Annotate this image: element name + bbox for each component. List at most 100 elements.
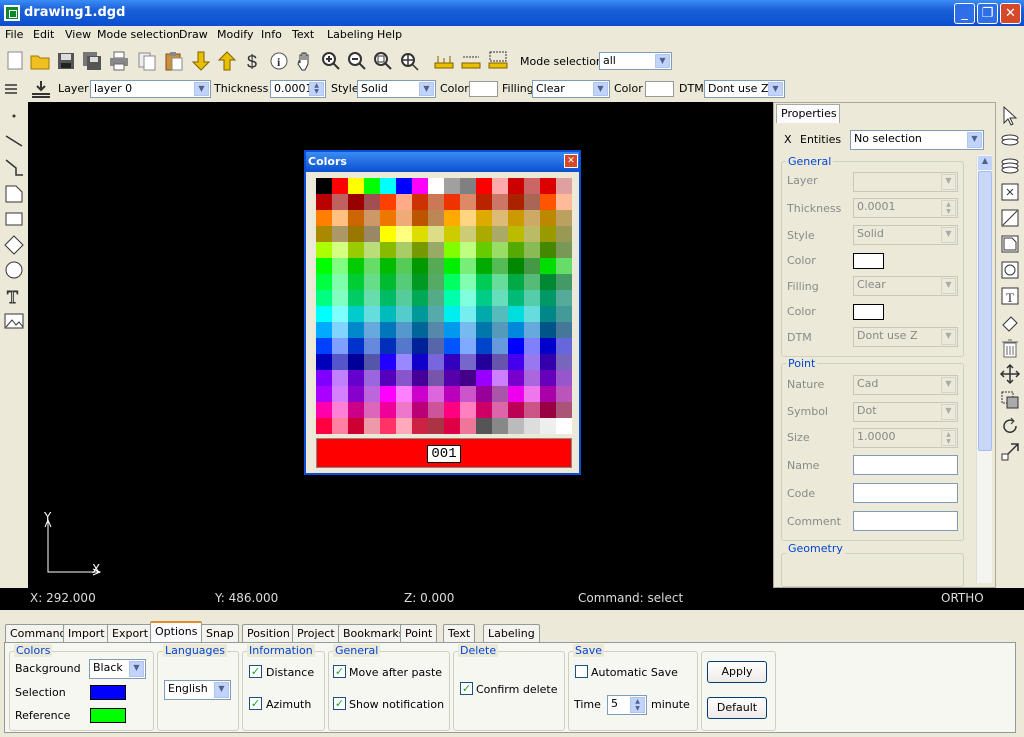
color-swatch-cell[interactable] xyxy=(476,290,492,306)
color-swatch-cell[interactable] xyxy=(316,306,332,322)
color-swatch-cell[interactable] xyxy=(396,306,412,322)
filling-select[interactable]: Clear ▼ xyxy=(532,80,610,98)
color-swatch-cell[interactable] xyxy=(444,242,460,258)
color-swatch-cell[interactable] xyxy=(412,322,428,338)
color-swatch-cell[interactable] xyxy=(444,226,460,242)
circle-tool-icon[interactable] xyxy=(3,259,25,281)
color-swatch-cell[interactable] xyxy=(540,322,556,338)
new-icon[interactable] xyxy=(4,50,26,72)
color-swatch-cell[interactable] xyxy=(444,386,460,402)
ruler-icon[interactable] xyxy=(433,50,455,72)
scroll-up-icon[interactable]: ▲ xyxy=(978,156,992,170)
text-tool-icon[interactable]: T xyxy=(3,285,25,308)
spin-arrows-icon[interactable]: ▲ ▼ xyxy=(941,430,956,446)
color-swatch-cell[interactable] xyxy=(476,402,492,418)
color-swatch-cell[interactable] xyxy=(524,370,540,386)
color-swatch-cell[interactable] xyxy=(428,194,444,210)
scroll-thumb[interactable] xyxy=(978,171,992,451)
color-swatch-cell[interactable] xyxy=(460,354,476,370)
rhombus-tool-icon[interactable] xyxy=(3,234,25,256)
color-swatch-cell[interactable] xyxy=(348,418,364,434)
color-swatch-cell[interactable] xyxy=(412,178,428,194)
color-swatch-cell[interactable] xyxy=(428,386,444,402)
color-swatch-cell[interactable] xyxy=(460,178,476,194)
color-swatch-cell[interactable] xyxy=(556,306,572,322)
color-swatch-cell[interactable] xyxy=(444,338,460,354)
color-swatch-cell[interactable] xyxy=(444,418,460,434)
color-swatch-cell[interactable] xyxy=(396,370,412,386)
color-swatch-cell[interactable] xyxy=(460,194,476,210)
rectangle-tool-icon[interactable] xyxy=(3,208,25,230)
color-swatch-cell[interactable] xyxy=(348,194,364,210)
color-swatch-cell[interactable] xyxy=(380,322,396,338)
color-swatch-cell[interactable] xyxy=(540,178,556,194)
menu-help[interactable]: Help xyxy=(377,28,402,41)
color-swatch-cell[interactable] xyxy=(332,322,348,338)
color-swatch-cell[interactable] xyxy=(556,354,572,370)
color-swatch-cell[interactable] xyxy=(316,322,332,338)
color-swatch-cell[interactable] xyxy=(364,210,380,226)
color-prop-swatch[interactable] xyxy=(853,253,884,269)
color-swatch-cell[interactable] xyxy=(316,290,332,306)
color-swatch-cell[interactable] xyxy=(556,386,572,402)
color-swatch-cell[interactable] xyxy=(428,258,444,274)
code-field[interactable] xyxy=(853,483,958,503)
color-swatch-cell[interactable] xyxy=(348,370,364,386)
zoom-window-icon[interactable] xyxy=(372,50,394,72)
color-swatch-cell[interactable] xyxy=(460,338,476,354)
color-swatch-cell[interactable] xyxy=(556,290,572,306)
color-swatch-cell[interactable] xyxy=(396,226,412,242)
color-swatch-cell[interactable] xyxy=(492,306,508,322)
color-swatch-cell[interactable] xyxy=(508,242,524,258)
color-swatch-cell[interactable] xyxy=(316,210,332,226)
image-tool-icon[interactable] xyxy=(3,310,25,332)
color-swatch-cell[interactable] xyxy=(364,354,380,370)
menu-labeling[interactable]: Labeling xyxy=(327,28,374,41)
copy-entity-icon[interactable] xyxy=(999,389,1021,411)
reference-color-swatch[interactable] xyxy=(90,708,126,723)
color-swatch-cell[interactable] xyxy=(396,338,412,354)
distance-checkbox[interactable]: ✓ xyxy=(249,665,262,678)
color-swatch-cell[interactable] xyxy=(540,354,556,370)
measure-area-icon[interactable] xyxy=(487,50,509,72)
tab-project[interactable]: Project xyxy=(292,624,340,642)
color-swatch-cell[interactable] xyxy=(332,178,348,194)
apply-button[interactable]: Apply xyxy=(707,661,767,683)
delete-box-icon[interactable] xyxy=(999,181,1021,203)
color-swatch-cell[interactable] xyxy=(332,210,348,226)
color-swatch-cell[interactable] xyxy=(348,290,364,306)
color-swatch-cell[interactable] xyxy=(476,306,492,322)
arrow-up-icon[interactable] xyxy=(216,50,238,72)
color-swatch-cell[interactable] xyxy=(396,386,412,402)
time-stepper[interactable]: 5 ▲ ▼ xyxy=(607,695,647,715)
color-swatch-cell[interactable] xyxy=(476,274,492,290)
fill-color-swatch[interactable] xyxy=(645,81,674,97)
properties-close-icon[interactable]: X xyxy=(784,133,792,146)
automatic-save-checkbox[interactable] xyxy=(575,665,588,678)
color-swatch-cell[interactable] xyxy=(348,338,364,354)
polygon-tool-icon[interactable] xyxy=(3,182,25,204)
color-swatch-cell[interactable] xyxy=(364,194,380,210)
color-swatch-cell[interactable] xyxy=(508,178,524,194)
color-swatch-cell[interactable] xyxy=(524,418,540,434)
color-swatch-cell[interactable] xyxy=(476,354,492,370)
color-swatch-cell[interactable] xyxy=(524,338,540,354)
color-swatch-cell[interactable] xyxy=(364,290,380,306)
restore-button[interactable]: ❐ xyxy=(977,3,998,24)
properties-tab[interactable]: Properties xyxy=(776,104,840,123)
zoom-out-icon[interactable] xyxy=(346,50,368,72)
color-swatch-cell[interactable] xyxy=(348,402,364,418)
color-swatch-cell[interactable] xyxy=(476,226,492,242)
color-swatch-cell[interactable] xyxy=(476,338,492,354)
dtm-select[interactable]: Dont use Z ▼ xyxy=(704,80,785,98)
color-swatch-cell[interactable] xyxy=(380,418,396,434)
color-swatch-cell[interactable] xyxy=(460,306,476,322)
color-swatch-cell[interactable] xyxy=(380,402,396,418)
color-swatch-cell[interactable] xyxy=(412,290,428,306)
menu-edit[interactable]: Edit xyxy=(33,28,54,41)
color-swatch-cell[interactable] xyxy=(508,338,524,354)
color-swatch-cell[interactable] xyxy=(476,194,492,210)
menu-mode-selection[interactable]: Mode selection xyxy=(97,28,180,41)
color-swatch-cell[interactable] xyxy=(556,322,572,338)
color-swatch-cell[interactable] xyxy=(460,258,476,274)
